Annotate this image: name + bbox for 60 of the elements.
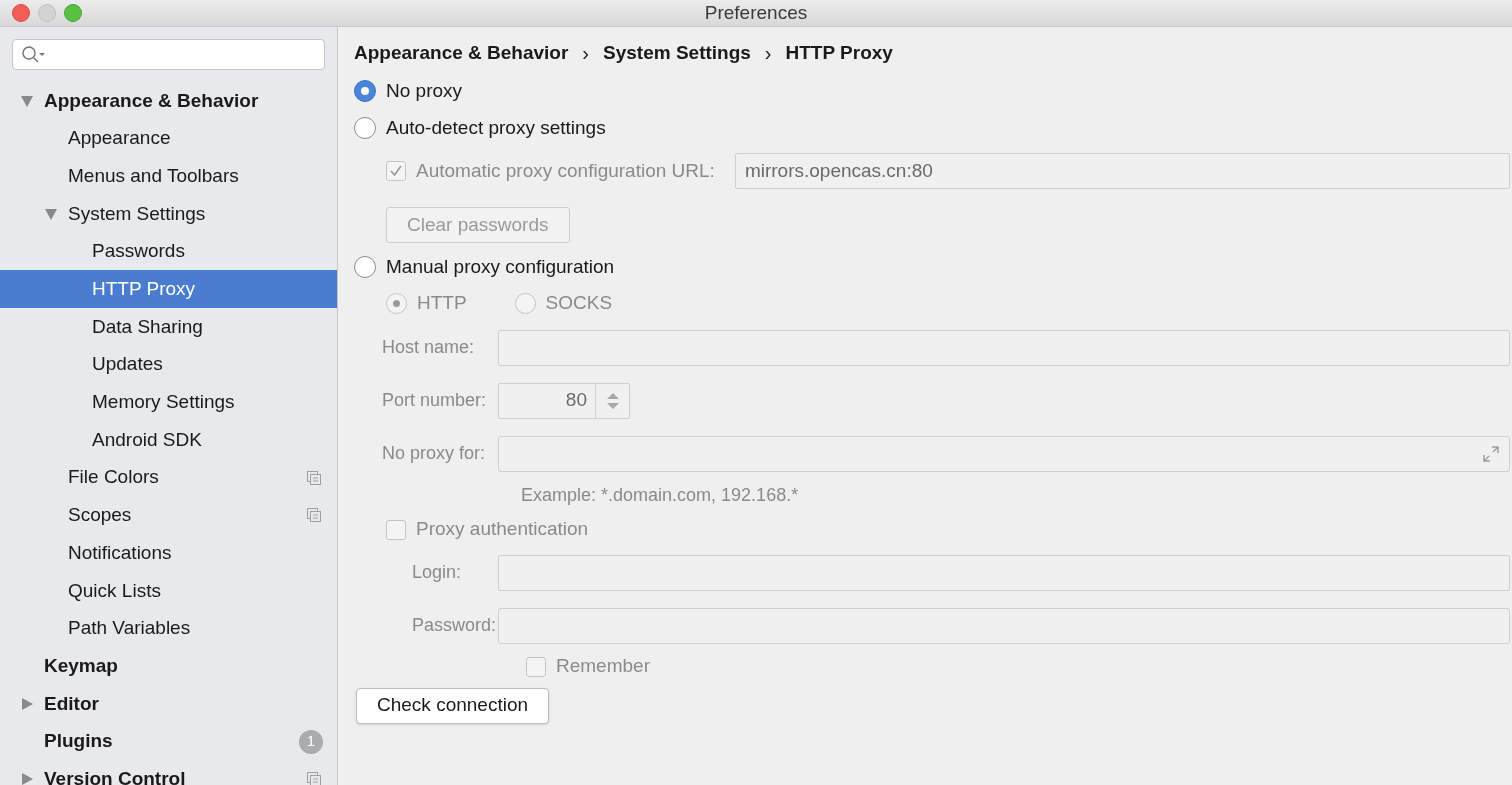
window-title: Preferences [704,0,808,25]
field-label: Host name: [382,337,475,357]
tree-item[interactable]: Path Variables [0,609,337,648]
radio-button[interactable] [354,256,376,279]
breadcrumb-separator: › [582,41,590,66]
radio-label: SOCKS [545,291,613,316]
tree-item[interactable]: Passwords [0,232,337,271]
tree-item[interactable]: Keymap [0,647,337,685]
expanded-triangle-icon[interactable] [20,93,34,108]
checkmark-icon [389,164,403,178]
no-proxy-field[interactable] [498,435,1510,472]
count-badge: 1 [299,729,323,754]
field-label: Password: [412,615,497,635]
host-name-field[interactable] [498,329,1510,366]
example-hint: Example: *.domain.com, 192.168.* [520,483,800,506]
zoom-button[interactable] [64,4,82,22]
checkbox-label: Automatic proxy configuration URL: [416,158,715,183]
tree-item[interactable]: Data Sharing [0,308,337,346]
breadcrumb-item[interactable]: Appearance & Behavior [354,38,569,68]
radio-label: No proxy [386,79,463,103]
radio-label: Auto-detect proxy settings [386,115,606,140]
checkbox-label: Proxy authentication [416,517,589,542]
tree-item[interactable]: HTTP Proxy [0,270,337,309]
collapsed-triangle-icon[interactable] [20,696,34,711]
spinner-arrows-icon[interactable] [605,390,620,411]
radio-button[interactable] [354,116,376,139]
radio-label: Manual proxy configuration [386,255,615,279]
tree-item[interactable]: Memory Settings [0,383,337,422]
checkbox-label: Remember [556,654,650,679]
close-button[interactable] [12,4,30,22]
tree-item[interactable]: Plugins 1 [0,722,337,761]
tree-item[interactable]: Version Control [0,760,337,785]
breadcrumb-item[interactable]: System Settings [603,38,751,68]
tree-item[interactable]: Android SDK [0,421,337,459]
field-label: Login: [412,562,462,582]
check-connection-button[interactable]: Check connection [356,687,550,724]
tree-item[interactable]: Notifications [0,534,337,572]
expand-icon[interactable] [1482,444,1500,463]
radio-label: HTTP [417,291,467,316]
breadcrumb-item[interactable]: HTTP Proxy [785,38,893,68]
tree-item[interactable]: Menus and Toolbars [0,157,337,196]
field-label: No proxy for: [382,443,486,463]
tree-item[interactable]: File Colors [0,458,337,497]
search-icon [21,44,47,65]
tree-item[interactable]: Updates [0,345,337,384]
login-field[interactable] [498,554,1510,591]
tree-item[interactable]: Scopes [0,496,337,535]
tree-item[interactable]: Appearance & Behavior [0,82,337,120]
tree-item[interactable]: System Settings [0,195,337,233]
search-field[interactable] [12,39,325,70]
tree-item[interactable]: Quick Lists [0,571,337,610]
expanded-triangle-icon[interactable] [44,206,58,221]
tree-item[interactable]: Editor [0,685,337,723]
minimize-button[interactable] [38,4,56,22]
field-label: Port number: [382,390,487,410]
collapsed-triangle-icon[interactable] [20,772,34,785]
breadcrumb-separator: › [764,41,772,66]
radio-button[interactable] [354,80,376,103]
tree-item[interactable]: Appearance [0,119,337,158]
password-field[interactable] [498,607,1510,644]
